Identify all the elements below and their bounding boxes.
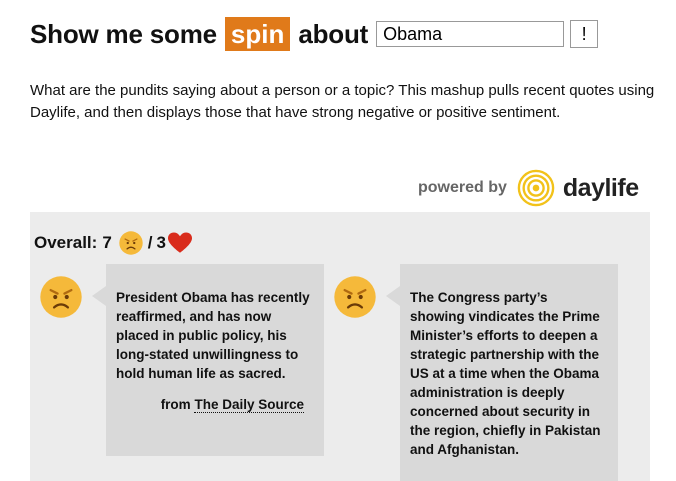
- search-input[interactable]: [376, 21, 565, 47]
- quote-from-label: from: [160, 397, 191, 412]
- quote-text: The Congress party’s showing vindicates …: [410, 290, 601, 457]
- angry-face-icon: [40, 276, 82, 318]
- spin-badge: spin: [224, 17, 291, 51]
- title-prefix: Show me some: [30, 18, 217, 49]
- heart-icon: [167, 232, 192, 253]
- overall-separator: /: [147, 233, 153, 252]
- powered-by-label: powered by: [418, 179, 507, 196]
- header: Show me some spin about !: [30, 14, 599, 54]
- quote-source-line: from The Daily Source: [116, 395, 312, 414]
- overall-score: Overall: 7 / 3: [34, 230, 192, 256]
- daylife-logo-icon: [517, 169, 555, 207]
- quote-text: President Obama has recently reaffirmed,…: [116, 290, 310, 381]
- angry-face-icon: [119, 231, 143, 255]
- positive-count: 3: [156, 233, 166, 252]
- quote-card: President Obama has recently reaffirmed,…: [92, 264, 324, 456]
- quote-card: The Congress party’s showing vindicates …: [386, 264, 618, 481]
- intro-text: What are the pundits saying about a pers…: [30, 82, 655, 121]
- negative-count: 7: [102, 233, 112, 252]
- overall-label: Overall:: [34, 233, 98, 252]
- daylife-brand: daylife: [562, 173, 639, 202]
- powered-by[interactable]: powered by daylife: [418, 168, 639, 208]
- go-button[interactable]: !: [570, 20, 599, 48]
- quote-source-link[interactable]: The Daily Source: [194, 397, 304, 413]
- results-panel: Overall: 7 / 3 President Obama has recen…: [30, 212, 650, 481]
- title-suffix: about: [298, 18, 369, 49]
- angry-face-icon: [334, 276, 376, 318]
